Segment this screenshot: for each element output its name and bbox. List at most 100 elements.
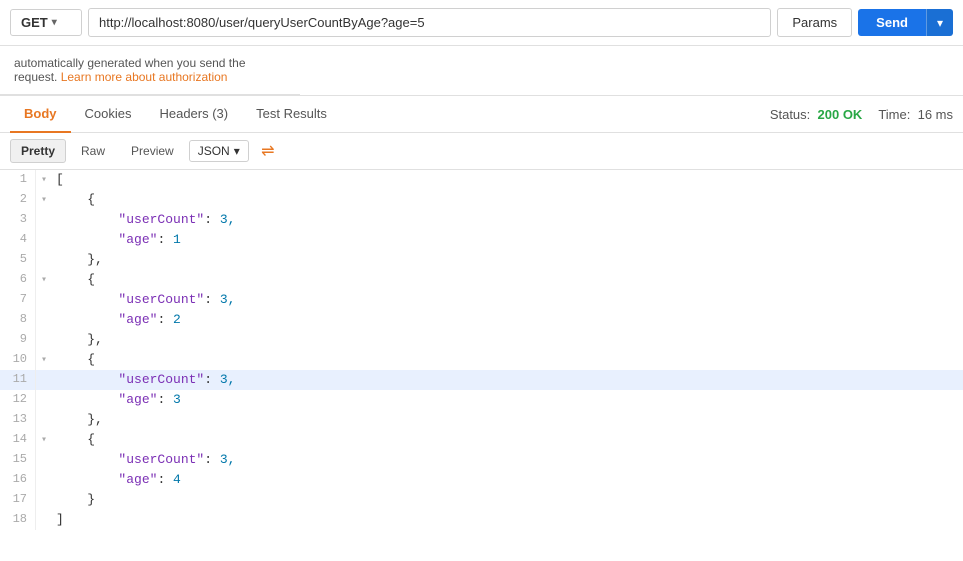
line-content: }, [52, 330, 963, 350]
line-number: 3 [0, 210, 36, 230]
send-button[interactable]: Send [858, 9, 926, 36]
time-value: 16 ms [918, 107, 953, 122]
line-toggle-icon[interactable]: ▾ [36, 430, 52, 450]
line-toggle-icon [36, 470, 52, 490]
preview-button[interactable]: Preview [120, 139, 185, 163]
json-line-11: 11 "userCount": 3, [0, 370, 963, 390]
line-toggle-icon [36, 410, 52, 430]
method-chevron-icon: ▾ [52, 17, 57, 28]
json-viewer: 1▾[2▾ {3 "userCount": 3,4 "age": 15 },6▾… [0, 170, 963, 530]
line-content: "userCount": 3, [52, 450, 963, 470]
response-tabs-bar: Body Cookies Headers (3) Test Results St… [0, 96, 963, 133]
line-toggle-icon[interactable]: ▾ [36, 190, 52, 210]
line-number: 12 [0, 390, 36, 410]
line-toggle-icon [36, 290, 52, 310]
line-number: 4 [0, 230, 36, 250]
json-line-12: 12 "age": 3 [0, 390, 963, 410]
tab-cookies[interactable]: Cookies [71, 96, 146, 133]
line-number: 18 [0, 510, 36, 530]
json-line-2: 2▾ { [0, 190, 963, 210]
json-line-13: 13 }, [0, 410, 963, 430]
line-toggle-icon [36, 330, 52, 350]
response-section: Body Cookies Headers (3) Test Results St… [0, 95, 963, 530]
line-content: "age": 3 [52, 390, 963, 410]
line-number: 15 [0, 450, 36, 470]
tab-body[interactable]: Body [10, 96, 71, 133]
json-line-14: 14▾ { [0, 430, 963, 450]
line-content: "age": 2 [52, 310, 963, 330]
line-toggle-icon [36, 210, 52, 230]
line-number: 6 [0, 270, 36, 290]
line-toggle-icon [36, 510, 52, 530]
url-input[interactable] [88, 8, 771, 37]
line-content: ] [52, 510, 963, 530]
json-line-8: 8 "age": 2 [0, 310, 963, 330]
line-content: { [52, 430, 963, 450]
line-content: [ [52, 170, 963, 190]
line-content: { [52, 190, 963, 210]
format-bar: Pretty Raw Preview JSON ▾ ⇌ [0, 133, 963, 170]
line-number: 11 [0, 370, 36, 390]
line-number: 7 [0, 290, 36, 310]
line-number: 5 [0, 250, 36, 270]
line-toggle-icon[interactable]: ▾ [36, 170, 52, 190]
line-toggle-icon[interactable]: ▾ [36, 350, 52, 370]
line-number: 8 [0, 310, 36, 330]
json-line-1: 1▾[ [0, 170, 963, 190]
json-line-6: 6▾ { [0, 270, 963, 290]
line-number: 14 [0, 430, 36, 450]
line-content: { [52, 270, 963, 290]
json-line-9: 9 }, [0, 330, 963, 350]
line-toggle-icon[interactable]: ▾ [36, 270, 52, 290]
line-content: }, [52, 250, 963, 270]
json-line-4: 4 "age": 1 [0, 230, 963, 250]
line-number: 2 [0, 190, 36, 210]
line-number: 1 [0, 170, 36, 190]
wrap-icon[interactable]: ⇌ [257, 140, 279, 162]
line-number: 17 [0, 490, 36, 510]
line-toggle-icon [36, 390, 52, 410]
line-number: 13 [0, 410, 36, 430]
method-label: GET [21, 15, 48, 30]
json-line-7: 7 "userCount": 3, [0, 290, 963, 310]
status-info: Status: 200 OK Time: 16 ms [770, 107, 953, 122]
tab-test-results[interactable]: Test Results [242, 96, 341, 133]
line-toggle-icon [36, 250, 52, 270]
line-content: "age": 1 [52, 230, 963, 250]
tab-headers[interactable]: Headers (3) [145, 96, 242, 133]
line-toggle-icon [36, 310, 52, 330]
line-content: "userCount": 3, [52, 210, 963, 230]
line-content: "userCount": 3, [52, 370, 963, 390]
status-label: Status: 200 OK [770, 107, 863, 122]
line-number: 16 [0, 470, 36, 490]
json-line-5: 5 }, [0, 250, 963, 270]
time-label: Time: 16 ms [878, 107, 953, 122]
line-toggle-icon [36, 490, 52, 510]
params-button[interactable]: Params [777, 8, 852, 37]
json-line-3: 3 "userCount": 3, [0, 210, 963, 230]
auth-notice: automatically generated when you send th… [0, 46, 300, 95]
method-dropdown[interactable]: GET ▾ [10, 9, 82, 36]
json-format-select[interactable]: JSON ▾ [189, 140, 249, 162]
line-toggle-icon [36, 230, 52, 250]
line-content: { [52, 350, 963, 370]
json-line-15: 15 "userCount": 3, [0, 450, 963, 470]
status-value: 200 OK [818, 107, 863, 122]
line-number: 10 [0, 350, 36, 370]
json-line-16: 16 "age": 4 [0, 470, 963, 490]
json-line-17: 17 } [0, 490, 963, 510]
json-chevron-icon: ▾ [234, 144, 240, 158]
line-content: "age": 4 [52, 470, 963, 490]
line-content: } [52, 490, 963, 510]
auth-learn-more-link[interactable]: Learn more about authorization [61, 70, 228, 84]
json-line-10: 10▾ { [0, 350, 963, 370]
top-bar: GET ▾ Params Send ▾ [0, 0, 963, 46]
line-number: 9 [0, 330, 36, 350]
line-content: "userCount": 3, [52, 290, 963, 310]
raw-button[interactable]: Raw [70, 139, 116, 163]
json-format-label: JSON [198, 144, 230, 158]
json-line-18: 18] [0, 510, 963, 530]
pretty-button[interactable]: Pretty [10, 139, 66, 163]
send-dropdown-button[interactable]: ▾ [926, 9, 953, 36]
line-toggle-icon [36, 450, 52, 470]
